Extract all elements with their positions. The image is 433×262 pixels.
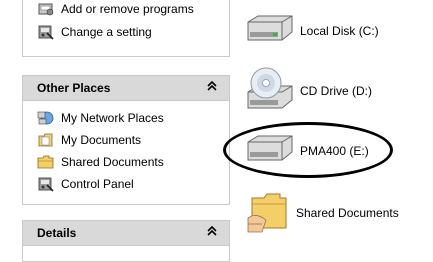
shared-folder-icon [246, 188, 292, 237]
task-label: Change a setting [61, 25, 152, 39]
other-places-title: Other Places [37, 81, 111, 95]
folder-icon [37, 154, 55, 170]
drive-label: Shared Documents [296, 205, 399, 220]
place-label: Control Panel [61, 177, 134, 191]
place-shared-documents[interactable]: Shared Documents [37, 153, 164, 171]
details-header[interactable]: Details [23, 221, 229, 246]
task-add-remove-programs[interactable]: Add or remove programs [37, 0, 194, 18]
task-change-setting[interactable]: Change a setting [37, 23, 152, 41]
place-my-network-places[interactable]: My Network Places [37, 109, 164, 127]
add-remove-programs-icon [37, 1, 55, 17]
control-panel-icon [37, 176, 55, 192]
details-box: Details [22, 220, 230, 262]
task-label: Add or remove programs [61, 2, 194, 16]
other-places-header[interactable]: Other Places [23, 76, 229, 101]
place-label: Shared Documents [61, 155, 164, 169]
collapse-chevron-icon[interactable] [206, 225, 218, 240]
place-my-documents[interactable]: My Documents [37, 131, 141, 149]
drive-local-disk-c[interactable]: Local Disk (C:) [244, 14, 379, 47]
collapse-chevron-icon[interactable] [206, 80, 218, 95]
place-label: My Documents [61, 133, 142, 147]
details-title: Details [37, 226, 77, 240]
other-places-box: Other Places My Network Places My Docume… [22, 75, 230, 205]
drive-label: CD Drive (D:) [300, 83, 372, 98]
cd-drive-icon [244, 66, 296, 115]
control-panel-icon [37, 24, 55, 40]
highlight-oval [223, 122, 393, 178]
my-documents-icon [37, 132, 55, 148]
task-pane: Add or remove programs Change a setting … [0, 0, 239, 262]
place-control-panel[interactable]: Control Panel [37, 175, 134, 193]
network-places-icon [37, 110, 55, 126]
place-label: My Network Places [61, 111, 164, 125]
system-tasks-box: Add or remove programs Change a setting [22, 0, 230, 57]
drive-label: Local Disk (C:) [300, 23, 379, 38]
shared-documents-folder[interactable]: Shared Documents [246, 188, 399, 237]
hard-disk-icon [244, 14, 296, 47]
drive-cd-d[interactable]: CD Drive (D:) [244, 66, 372, 115]
